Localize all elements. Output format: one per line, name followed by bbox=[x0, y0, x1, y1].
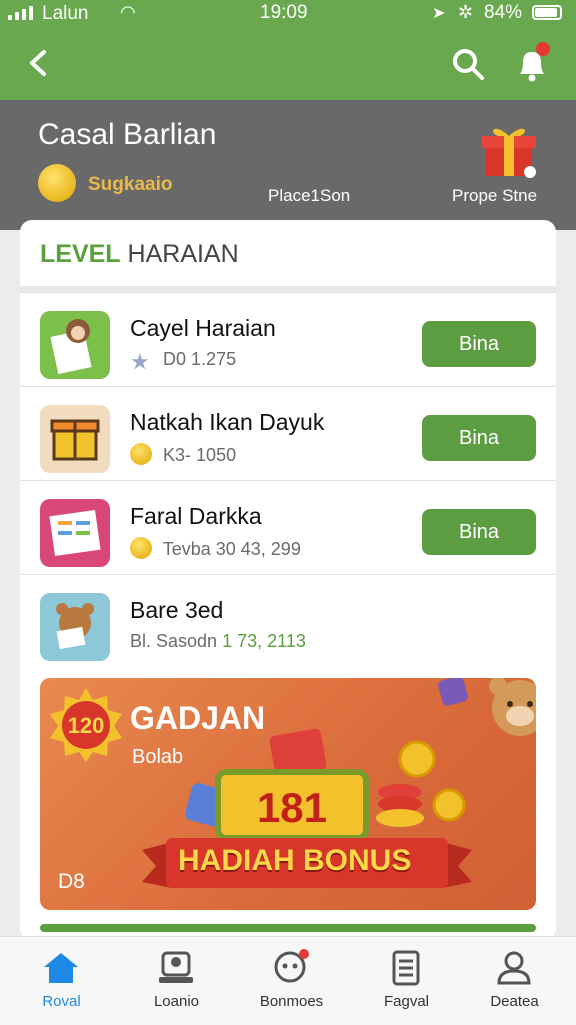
contacts-icon bbox=[159, 951, 193, 983]
list-item[interactable]: Bare 3ed Bl. Sasodn 1 73, 2113 bbox=[20, 574, 556, 669]
search-icon[interactable] bbox=[450, 46, 486, 82]
banner-subtitle: Bolab bbox=[132, 746, 184, 768]
section-title: LEVEL HARAIAN bbox=[40, 240, 239, 269]
item-title: Cayel Haraian bbox=[130, 315, 276, 341]
header-middle-link[interactable]: Place1Son bbox=[268, 186, 350, 206]
bear-mascot-icon bbox=[489, 678, 536, 736]
item-meta-a: K3- bbox=[163, 445, 192, 465]
signal-icon bbox=[8, 6, 36, 20]
seal-number: 120 bbox=[68, 713, 105, 738]
tab-chat[interactable]: Bonmoes bbox=[234, 937, 349, 1025]
item-meta-a: Bl. Sasodn bbox=[130, 631, 218, 651]
bottom-tab-bar: Roval Loanio Bonmoes Fagval Deatea bbox=[0, 936, 576, 1025]
list-item[interactable]: Cayel Haraian ★ D0 1.275 Bina bbox=[20, 292, 556, 387]
bonus-banner[interactable]: 120 GADJAN Bolab 181 HADIAH BONUS D8 bbox=[40, 678, 536, 910]
gift-box-icon[interactable] bbox=[480, 118, 540, 180]
tab-label: Roval bbox=[42, 993, 81, 1010]
score-panel: 181 bbox=[215, 769, 369, 841]
tab-label: Deatea bbox=[490, 993, 539, 1010]
build-button[interactable]: Bina bbox=[422, 509, 536, 555]
chat-icon bbox=[274, 949, 309, 983]
list-item[interactable]: Faral Darkka Tevba 30 43, 299 Bina bbox=[20, 480, 556, 575]
item-meta: Tevba 30 43, 299 bbox=[130, 537, 301, 560]
banner-title: GADJAN bbox=[130, 700, 266, 736]
gold-coin-icon bbox=[432, 788, 466, 822]
item-meta: K3- 1050 bbox=[130, 443, 236, 466]
document-icon bbox=[392, 950, 420, 986]
tab-label: Loanio bbox=[153, 993, 200, 1010]
item-meta-b: 1 bbox=[222, 631, 233, 651]
status-bar: Lalun ◠ 19:09 ➤ ✲ 84% bbox=[0, 0, 576, 28]
tab-document[interactable]: Fagval bbox=[349, 937, 464, 1025]
back-arrow-icon[interactable] bbox=[24, 48, 54, 78]
dog-app-icon bbox=[40, 311, 110, 379]
ribbon-text: HADIAH BONUS bbox=[178, 844, 412, 877]
notification-badge bbox=[536, 42, 550, 56]
location-icon: ➤ bbox=[432, 5, 446, 22]
banner-corner-label: D8 bbox=[58, 870, 85, 893]
build-button[interactable]: Bina bbox=[422, 321, 536, 367]
bear-icon bbox=[40, 593, 110, 661]
item-title: Natkah Ikan Dayuk bbox=[130, 409, 325, 435]
tab-contacts[interactable]: Loanio bbox=[119, 937, 234, 1025]
level-card: LEVEL HARAIAN Cayel Haraian ★ D0 1.275 B… bbox=[20, 220, 556, 940]
item-meta: Bl. Sasodn 1 73, 2113 bbox=[130, 631, 306, 652]
notification-bell-icon[interactable] bbox=[512, 42, 552, 84]
coin-balance: Sugkaaio bbox=[88, 174, 173, 195]
item-meta-c: 73, 2113 bbox=[237, 631, 306, 651]
item-meta-a: D0 bbox=[163, 349, 187, 369]
tab-label: Bonmoes bbox=[259, 993, 324, 1010]
coin-icon bbox=[130, 537, 152, 559]
section-title-dark: HARAIAN bbox=[127, 240, 239, 268]
item-meta: ★ D0 1.275 bbox=[130, 349, 236, 373]
item-meta-b: 1.275 bbox=[191, 349, 237, 369]
profile-icon bbox=[497, 951, 531, 985]
clock: 19:09 bbox=[260, 2, 308, 23]
app-bar bbox=[0, 28, 576, 100]
tab-label: Fagval bbox=[383, 993, 430, 1010]
list-item[interactable]: Natkah Ikan Dayuk K3- 1050 Bina bbox=[20, 386, 556, 481]
item-title: Bare 3ed bbox=[130, 597, 224, 623]
wifi-icon: ◠ bbox=[120, 2, 136, 22]
notebook-icon bbox=[40, 499, 110, 567]
tab-profile[interactable]: Deatea bbox=[457, 937, 572, 1025]
progress-strip bbox=[40, 924, 536, 932]
coin-stack-icon bbox=[376, 784, 424, 827]
item-meta-a: Tevba bbox=[162, 539, 211, 559]
dice-icon bbox=[438, 678, 468, 706]
gold-coin-icon bbox=[398, 740, 436, 778]
treasure-box-icon bbox=[40, 405, 110, 473]
bluetooth-icon: ✲ bbox=[458, 2, 474, 22]
carrier-name: Lalun bbox=[42, 3, 89, 24]
section-title-green: LEVEL bbox=[40, 240, 121, 268]
score-number: 181 bbox=[257, 784, 327, 831]
badge-seal-icon: 120 bbox=[50, 688, 122, 762]
coin-icon bbox=[130, 443, 152, 465]
item-title: Faral Darkka bbox=[130, 503, 262, 529]
coin-icon bbox=[38, 164, 76, 202]
home-icon bbox=[44, 953, 78, 983]
profile-header: Casal Barlian Sugkaaio Place1Son Prope S… bbox=[0, 100, 576, 230]
star-icon: ★ bbox=[130, 349, 150, 374]
header-right-link[interactable]: Prope Stne bbox=[452, 186, 537, 206]
page-title: Casal Barlian bbox=[38, 118, 217, 151]
build-button[interactable]: Bina bbox=[422, 415, 536, 461]
battery-percent: 84% bbox=[484, 2, 523, 23]
tab-home[interactable]: Roval bbox=[4, 937, 119, 1025]
battery-icon bbox=[532, 5, 562, 20]
item-meta-b: 30 43, 299 bbox=[215, 539, 301, 559]
item-meta-b: 1050 bbox=[196, 445, 237, 465]
